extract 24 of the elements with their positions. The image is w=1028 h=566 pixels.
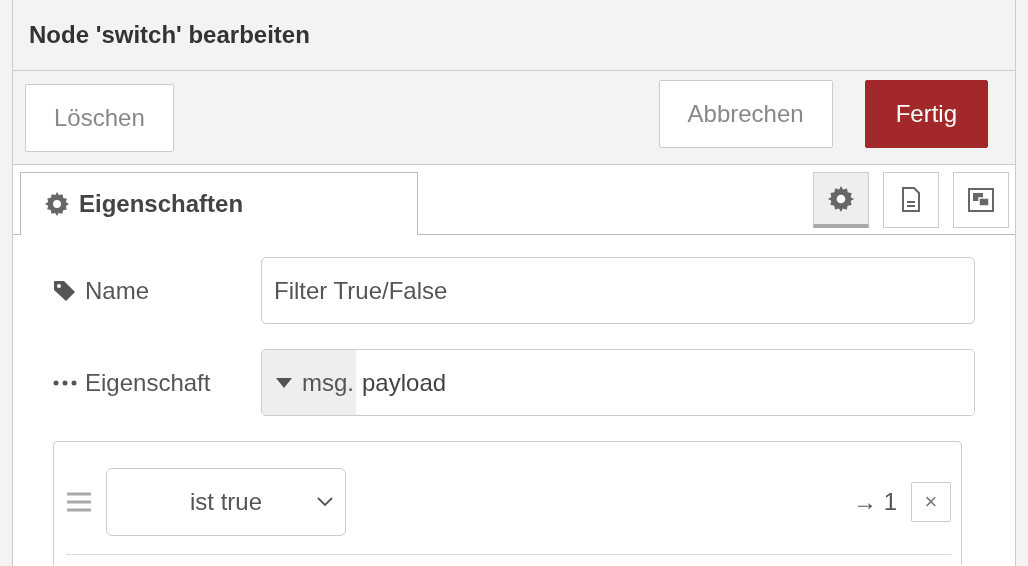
done-button[interactable]: Fertig [864,79,988,148]
document-icon [901,187,921,213]
caret-icon [276,377,292,388]
name-input[interactable]: Filter True/False [261,257,975,324]
gear-icon [45,192,69,216]
remove-button[interactable]: × [911,482,951,522]
operator-select[interactable]: ist true [106,468,346,536]
settings-icon [828,185,854,212]
settings-tab[interactable] [813,172,869,228]
field-label: Eigenschaft [85,367,211,398]
field-label: Name [85,275,150,306]
document-tab[interactable] [883,172,939,228]
delete-button[interactable]: Löschen [25,83,174,152]
properties-tab[interactable]: Eigenschaften [20,172,418,235]
cancel-button[interactable]: Abbrechen [658,79,833,148]
tag-icon [53,279,77,302]
frame-tab[interactable] [953,172,1009,228]
chevron-down-icon [317,497,333,507]
ellipsis-icon [53,379,77,386]
frame-icon [967,187,995,213]
drag-handle-icon[interactable] [66,491,92,513]
output-label: → 1 [853,487,897,517]
property-input[interactable]: msg. payload [261,349,975,416]
dialog-title: Node 'switch' bearbeiten [29,20,310,50]
